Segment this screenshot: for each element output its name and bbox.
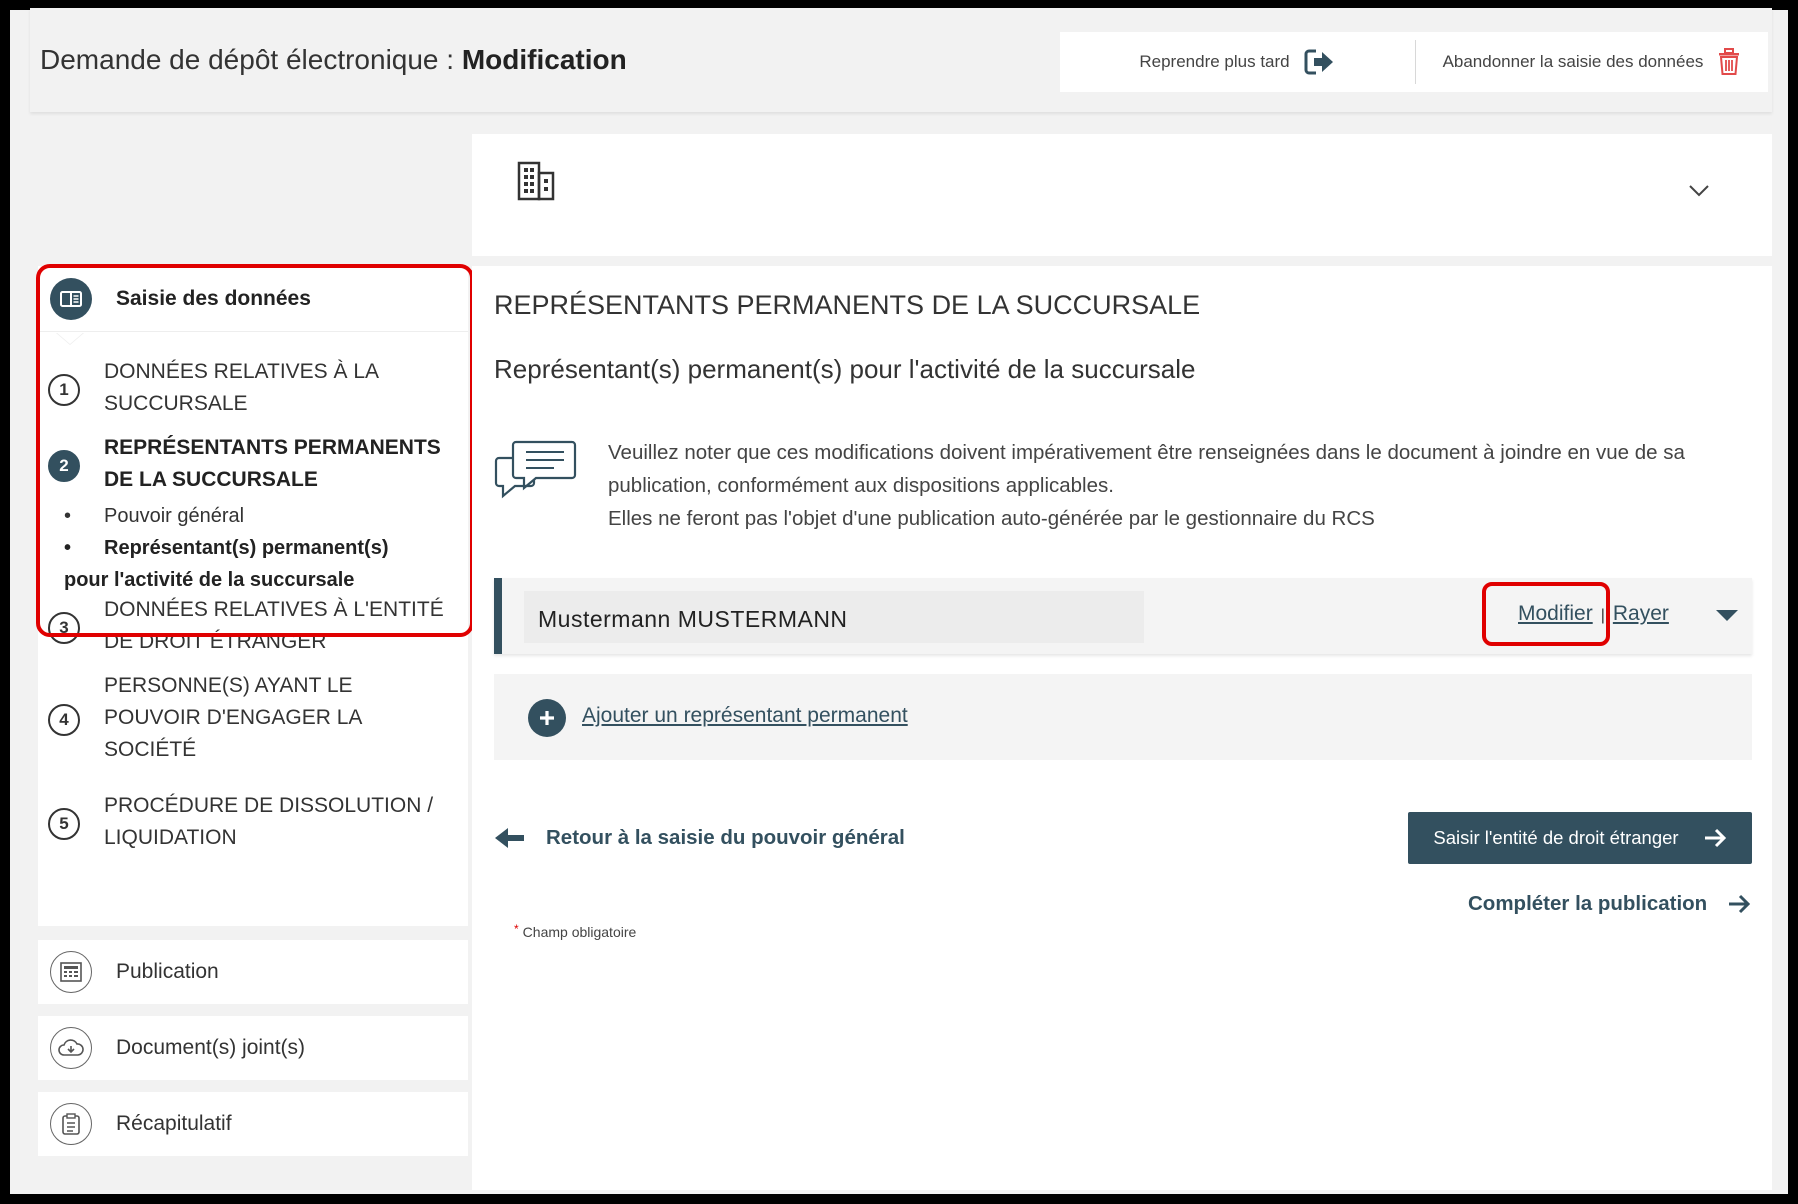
enter-foreign-entity-button[interactable]: Saisir l'entité de droit étranger	[1408, 812, 1752, 864]
caret-down-icon[interactable]	[1716, 610, 1738, 621]
page-title: Demande de dépôt électronique : Modifica…	[40, 44, 627, 75]
step-label-5: PROCÉDURE DE DISSOLUTION / LIQUIDATION	[104, 794, 434, 849]
sidebar-section-attachments[interactable]: Document(s) joint(s)	[38, 1016, 468, 1080]
abandon-entry-label: Abandonner la saisie des données	[1442, 52, 1704, 71]
header-actions: Reprendre plus tard Abandonner la saisie…	[1060, 32, 1768, 92]
sidebar-section-summary[interactable]: Récapitulatif	[38, 1092, 468, 1156]
sidebar-highlight-annotation	[36, 264, 474, 637]
strike-link[interactable]: Rayer	[1613, 602, 1669, 626]
chevron-down-icon[interactable]	[1687, 182, 1711, 198]
sign-out-icon	[1304, 49, 1333, 75]
summary-label: Récapitulatif	[116, 1112, 232, 1135]
arrow-right-icon	[1704, 828, 1726, 848]
section-subtitle: Représentant(s) permanent(s) pour l'acti…	[494, 354, 1196, 384]
abandon-entry-button[interactable]: Abandonner la saisie des données	[1416, 32, 1768, 92]
modify-highlight-annotation	[1482, 582, 1610, 646]
arrow-left-icon	[495, 828, 524, 848]
representative-name: Mustermann MUSTERMANN	[524, 591, 1144, 643]
page-title-mode: Modification	[461, 44, 627, 75]
publication-label: Publication	[116, 960, 219, 983]
required-field-note: * Champ obligatoire	[514, 922, 637, 940]
calculator-icon	[50, 951, 92, 993]
arrow-right-icon	[1729, 894, 1751, 914]
trash-icon	[1719, 48, 1740, 75]
clipboard-icon	[50, 1103, 92, 1145]
add-representative-row: Ajouter un représentant permanent	[494, 674, 1752, 760]
sidebar-step-4[interactable]: 4 PERSONNE(S) AYANT LE POUVOIR D'ENGAGER…	[38, 670, 468, 770]
cloud-upload-icon	[50, 1027, 92, 1069]
step-number-4: 4	[48, 704, 80, 736]
sidebar-section-publication[interactable]: Publication	[38, 940, 468, 1004]
notice-text: Veuillez noter que ces modifications doi…	[608, 441, 1685, 530]
sidebar-step-5[interactable]: 5 PROCÉDURE DE DISSOLUTION / LIQUIDATION	[38, 790, 468, 858]
main-panel: REPRÉSENTANTS PERMANENTS DE LA SUCCURSAL…	[472, 266, 1772, 1190]
section-title: REPRÉSENTANTS PERMANENTS DE LA SUCCURSAL…	[494, 290, 1201, 320]
entity-summary-card[interactable]	[472, 134, 1772, 256]
chat-bubbles-icon	[494, 440, 577, 499]
page-header: Demande de dépôt électronique : Modifica…	[30, 8, 1772, 112]
step-number-5: 5	[48, 808, 80, 840]
attachments-label: Document(s) joint(s)	[116, 1036, 306, 1059]
complete-publication-link[interactable]: Compléter la publication	[1468, 892, 1751, 916]
plus-circle-icon[interactable]	[528, 699, 566, 737]
step-label-4: PERSONNE(S) AYANT LE POUVOIR D'ENGAGER L…	[104, 674, 363, 761]
resume-later-label: Reprendre plus tard	[1139, 52, 1290, 71]
resume-later-button[interactable]: Reprendre plus tard	[1060, 32, 1415, 92]
building-icon	[517, 161, 555, 201]
add-representative-link[interactable]: Ajouter un représentant permanent	[582, 704, 908, 728]
back-to-general-power-link[interactable]: Retour à la saisie du pouvoir général	[494, 826, 905, 850]
info-notice: Veuillez noter que ces modifications doi…	[494, 436, 1754, 546]
